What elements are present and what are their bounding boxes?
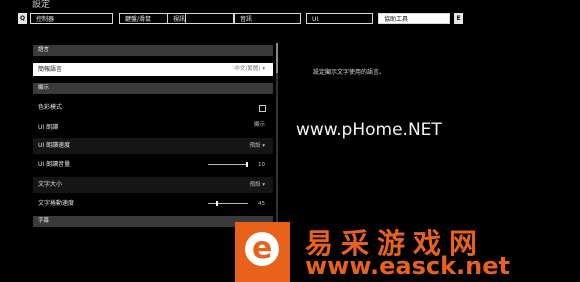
text-size-row[interactable]: 文字大小 預設 ▾ <box>33 177 273 193</box>
phome-watermark: www.pHome.NET <box>296 120 442 140</box>
display-language-label: 簡報語言 <box>38 66 63 73</box>
text-size-value[interactable]: 預設 ▾ <box>249 177 265 193</box>
text-scroll-speed-label: 文字捲動速度 <box>38 200 75 207</box>
tab-ui[interactable]: UI <box>306 13 373 24</box>
display-language-value[interactable]: 中文(繁體) ▾ <box>234 63 265 76</box>
section-language-header: 語言 <box>33 45 273 56</box>
prev-tab-key-hint[interactable]: Q <box>18 13 27 24</box>
ui-narration-row[interactable]: UI 朗讀 顯示 <box>33 120 273 136</box>
text-scroll-speed-row[interactable]: 文字捲動速度 45 <box>33 196 273 212</box>
tab-accessibility[interactable]: 協助工具 <box>378 13 450 24</box>
ui-narration-volume-slider[interactable] <box>208 162 248 167</box>
text-scroll-speed-value: 45 <box>258 201 265 207</box>
ui-narration-speed-label: UI 朗讀速度 <box>38 142 71 149</box>
ui-narration-volume-value: 10 <box>258 162 265 168</box>
ui-narration-speed-value[interactable]: 預設 ▾ <box>249 138 265 154</box>
easck-logo-letter: e <box>252 231 273 266</box>
tab-controller[interactable]: 控制器 <box>30 13 113 24</box>
ui-narration-label: UI 朗讀 <box>38 124 59 131</box>
setting-description: 設定顯示文字使用的語言。 <box>313 69 386 76</box>
easck-watermark-url: www.easck.net <box>305 252 510 280</box>
text-scroll-speed-slider[interactable] <box>208 201 248 206</box>
display-language-row[interactable]: 簡報語言 中文(繁體) ▾ <box>33 63 273 76</box>
tab-video[interactable]: 視訊 <box>167 13 234 24</box>
text-size-label: 文字大小 <box>38 181 63 188</box>
ui-narration-speed-row[interactable]: UI 朗讀速度 預設 ▾ <box>33 138 273 154</box>
settings-scrollbar-thumb[interactable] <box>276 43 278 73</box>
ui-narration-volume-slider-knob[interactable] <box>246 162 248 167</box>
page-title: 設定 <box>32 0 51 10</box>
text-scroll-speed-slider-knob[interactable] <box>216 201 218 206</box>
ui-narration-value[interactable]: 顯示 <box>254 117 265 133</box>
colorblind-mode-row[interactable]: 色彩模式 <box>33 100 273 116</box>
tab-bar: Q 控制器 鍵盤/滑鼠 視訊 音訊 UI 協助工具 E <box>18 13 573 26</box>
ui-narration-volume-row[interactable]: UI 朗讀音量 10 <box>33 157 273 173</box>
colorblind-mode-label: 色彩模式 <box>38 104 63 111</box>
colorblind-mode-checkbox[interactable] <box>259 105 266 112</box>
ui-narration-volume-label: UI 朗讀音量 <box>38 161 71 168</box>
next-tab-key-hint[interactable]: E <box>454 13 463 24</box>
tab-audio[interactable]: 音訊 <box>234 13 301 24</box>
section-display-header: 顯示 <box>33 83 273 94</box>
